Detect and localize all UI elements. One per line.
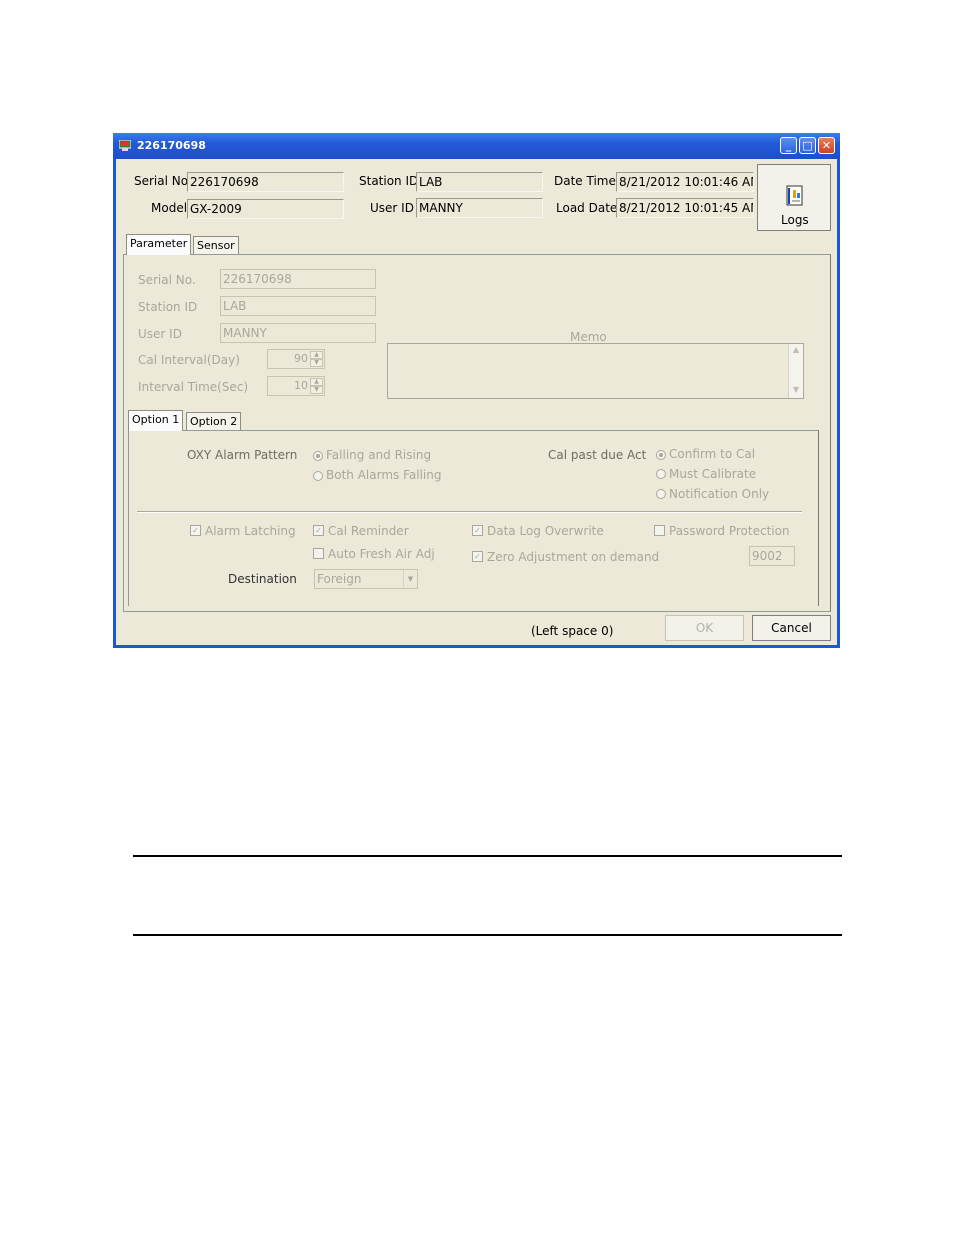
user-field[interactable]: MANNY xyxy=(416,198,543,218)
left-space-text: (Left space 0) xyxy=(531,624,614,638)
destination-select[interactable]: Foreign ▼ xyxy=(314,569,418,589)
cal-radio-1[interactable] xyxy=(656,450,666,460)
station-label: Station ID xyxy=(359,174,419,188)
data-log-overwrite-checkbox[interactable]: ✓ xyxy=(472,525,483,536)
oxy-opt2-label: Both Alarms Falling xyxy=(326,468,442,482)
logs-icon xyxy=(786,185,803,206)
oxy-alarm-label: OXY Alarm Pattern xyxy=(187,448,298,462)
model-label: Model xyxy=(151,201,188,215)
horizontal-rule-top xyxy=(133,855,842,857)
param-station-field[interactable]: LAB xyxy=(220,296,376,316)
maximize-icon[interactable]: □ xyxy=(799,137,816,154)
param-serial-field[interactable]: 226170698 xyxy=(220,269,376,289)
cal-reminder-checkbox[interactable]: ✓ xyxy=(313,525,324,536)
model-field[interactable]: GX-2009 xyxy=(187,199,344,219)
cal-interval-label: Cal Interval(Day) xyxy=(138,353,240,367)
serial-label: Serial No. xyxy=(134,174,192,188)
oxy-radio-1[interactable] xyxy=(313,451,323,461)
user-label: User ID xyxy=(370,201,414,215)
loaddate-label: Load Date xyxy=(556,201,618,215)
cal-reminder-label: Cal Reminder xyxy=(328,524,409,538)
chevron-down-icon[interactable]: ▼ xyxy=(403,570,417,588)
logs-button[interactable]: Logs xyxy=(757,164,831,231)
cal-interval-value: 90 xyxy=(294,352,308,365)
zero-adjustment-checkbox[interactable]: ✓ xyxy=(472,551,483,562)
param-station-label: Station ID xyxy=(138,300,198,314)
cal-radio-2[interactable] xyxy=(656,469,666,479)
horizontal-rule-bottom xyxy=(133,934,842,936)
spin-up-icon[interactable]: ▲ xyxy=(310,378,323,386)
alarm-latching-label: Alarm Latching xyxy=(205,524,296,538)
memo-textarea[interactable]: ▲ ▼ xyxy=(387,343,804,399)
cal-radio-3[interactable] xyxy=(656,489,666,499)
scroll-up-icon[interactable]: ▲ xyxy=(790,345,802,357)
parameter-panel: Serial No. 226170698 Station ID LAB User… xyxy=(123,254,831,612)
cal-opt3-label: Notification Only xyxy=(669,487,770,501)
minimize-icon[interactable]: _ xyxy=(780,137,797,154)
password-field[interactable]: 9002 xyxy=(749,546,795,566)
auto-fresh-air-checkbox[interactable] xyxy=(313,548,324,559)
datetime-field[interactable]: 8/21/2012 10:01:46 AM xyxy=(616,172,754,192)
destination-value: Foreign xyxy=(317,572,362,586)
scroll-down-icon[interactable]: ▼ xyxy=(790,385,802,397)
param-user-field[interactable]: MANNY xyxy=(220,323,376,343)
data-log-overwrite-label: Data Log Overwrite xyxy=(487,524,604,538)
tab-sensor[interactable]: Sensor xyxy=(193,236,239,255)
cal-interval-stepper[interactable]: 90 ▲ ▼ xyxy=(267,349,325,369)
tab-option1[interactable]: Option 1 xyxy=(128,410,184,431)
memo-scrollbar[interactable]: ▲ ▼ xyxy=(788,344,803,398)
password-protection-label: Password Protection xyxy=(669,524,790,538)
alarm-latching-checkbox[interactable]: ✓ xyxy=(190,525,201,536)
datetime-label: Date Time xyxy=(554,174,616,188)
memo-label: Memo xyxy=(570,330,607,344)
interval-time-stepper[interactable]: 10 ▲ ▼ xyxy=(267,376,325,396)
destination-label: Destination xyxy=(228,572,297,586)
param-user-label: User ID xyxy=(138,327,182,341)
auto-fresh-air-label: Auto Fresh Air Adj xyxy=(328,547,435,561)
tab-parameter[interactable]: Parameter xyxy=(126,234,192,255)
cal-opt2-label: Must Calibrate xyxy=(669,467,757,481)
cancel-button[interactable]: Cancel xyxy=(752,615,831,641)
zero-adjustment-label: Zero Adjustment on demand xyxy=(487,550,660,564)
logs-label: Logs xyxy=(781,213,809,227)
param-serial-label: Serial No. xyxy=(138,273,196,287)
serial-field[interactable]: 226170698 xyxy=(187,172,344,192)
loaddate-field[interactable]: 8/21/2012 10:01:45 AM xyxy=(616,198,754,218)
option1-panel: OXY Alarm Pattern Falling and Rising Bot… xyxy=(128,430,819,606)
spin-up-icon[interactable]: ▲ xyxy=(310,351,323,359)
interval-time-label: Interval Time(Sec) xyxy=(138,380,249,394)
client-area: Serial No. 226170698 Station ID LAB Date… xyxy=(116,159,837,645)
password-protection-checkbox[interactable] xyxy=(654,525,665,536)
dialog-window: 226170698 _ □ ✕ Serial No. 226170698 Sta… xyxy=(113,133,840,648)
spin-down-icon[interactable]: ▼ xyxy=(310,386,323,394)
divider xyxy=(137,511,802,513)
oxy-radio-2[interactable] xyxy=(313,471,323,481)
close-icon[interactable]: ✕ xyxy=(818,137,835,154)
tab-option2[interactable]: Option 2 xyxy=(186,412,242,431)
spin-down-icon[interactable]: ▼ xyxy=(310,359,323,367)
cal-opt1-label: Confirm to Cal xyxy=(669,447,756,461)
title-bar[interactable]: 226170698 _ □ ✕ xyxy=(113,133,840,159)
window-title: 226170698 xyxy=(137,139,206,152)
cal-past-label: Cal past due Act xyxy=(548,448,647,462)
interval-time-value: 10 xyxy=(294,379,308,392)
app-icon xyxy=(119,140,131,151)
ok-button[interactable]: OK xyxy=(665,615,744,641)
oxy-opt1-label: Falling and Rising xyxy=(326,448,432,462)
station-field[interactable]: LAB xyxy=(416,172,543,192)
